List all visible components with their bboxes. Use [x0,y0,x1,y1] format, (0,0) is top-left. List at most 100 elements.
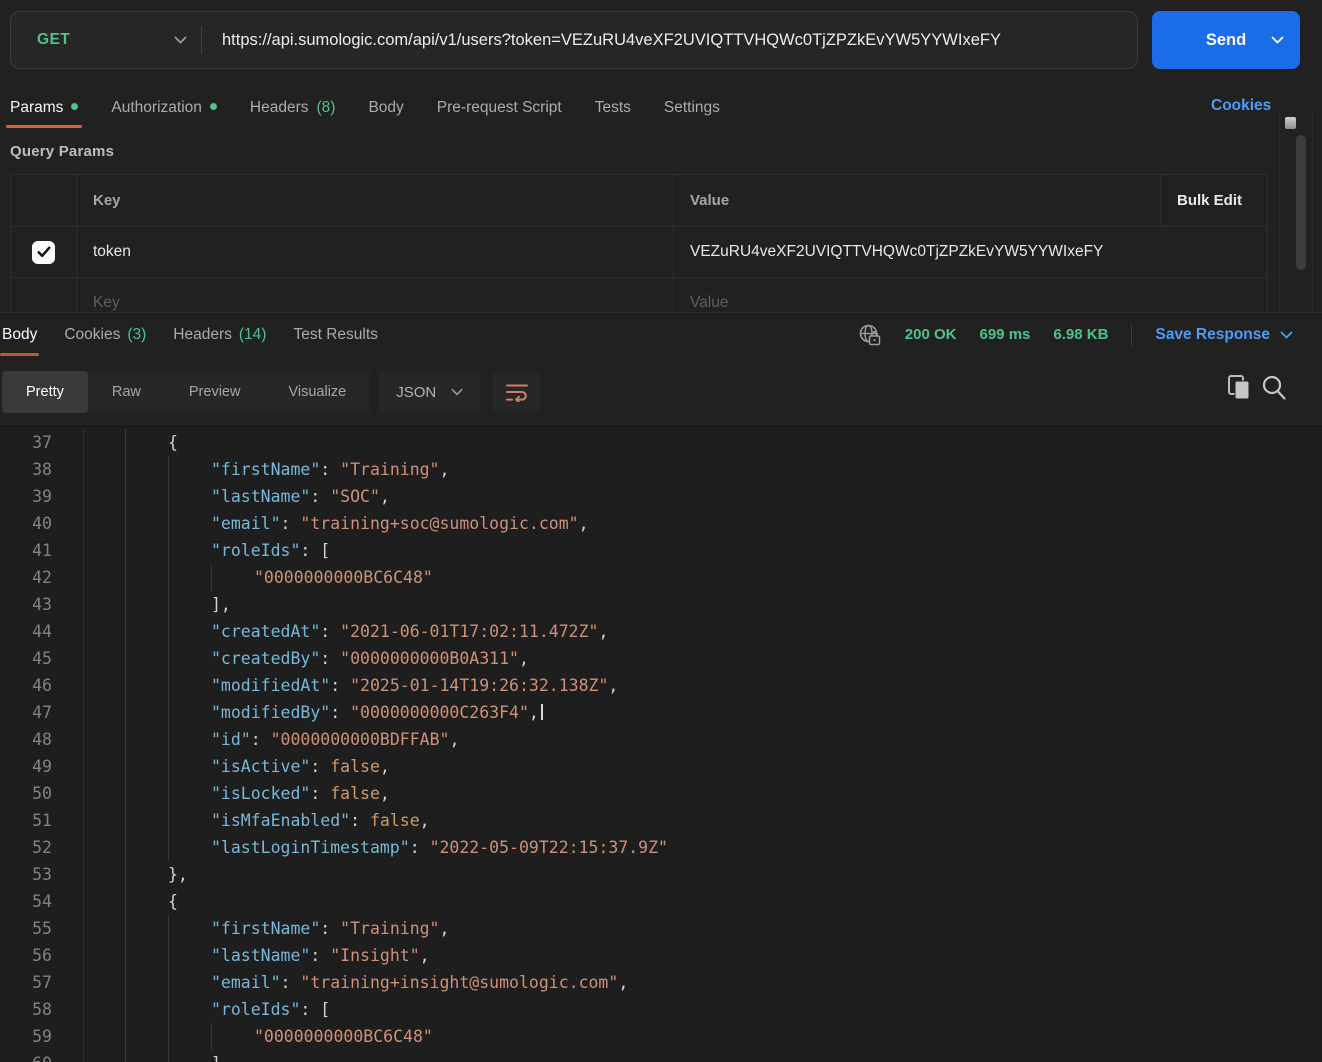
token-pun: : [330,676,350,695]
meta-divider [1131,324,1132,346]
code-text: ] [211,1050,221,1062]
copy-icon [1228,375,1252,401]
request-tab-settings[interactable]: Settings [664,88,720,128]
indent-guide [125,672,126,699]
token-key: "modifiedBy" [211,703,330,722]
tab-label: Authorization [111,99,201,117]
request-tab-tests[interactable]: Tests [595,88,631,128]
indent-guide [168,699,169,726]
search-response-button[interactable] [1261,374,1287,401]
token-pun: : [300,1000,320,1019]
response-tab-headers[interactable]: Headers(14) [173,313,266,356]
line-number: 58 [0,996,52,1023]
bulk-edit-button[interactable]: Bulk Edit [1160,175,1267,226]
line-number: 42 [0,564,52,591]
line-number: 40 [0,510,52,537]
request-tab-body[interactable]: Body [368,88,403,128]
token-key: "isMfaEnabled" [211,811,350,830]
indent-guide [125,780,126,807]
token-key: "lastName" [211,487,310,506]
token-key: "firstName" [211,919,320,938]
view-tab-preview[interactable]: Preview [165,371,265,413]
token-pun: : [350,811,370,830]
indent-guide [125,834,126,861]
token-str: "0000000000BC6C48" [254,1027,433,1046]
line-number: 56 [0,942,52,969]
view-tab-visualize[interactable]: Visualize [264,371,370,413]
code-line-content: "lastName": "Insight", [83,942,1282,969]
code-line: 60] [0,1050,1322,1062]
token-pun: { [168,892,178,911]
code-text: "email": "training+soc@sumologic.com", [211,510,589,537]
indent-guide [168,564,169,591]
token-str: "0000000000C263F4" [350,703,529,722]
code-text: "id": "0000000000BDFFAB", [211,726,459,753]
word-wrap-button[interactable] [493,371,540,413]
request-tab-pre-request-script[interactable]: Pre-request Script [437,88,562,128]
save-response-button[interactable]: Save Response [1155,326,1293,344]
token-pun: : [310,784,330,803]
method-select[interactable]: GET [11,31,201,49]
code-line: 47"modifiedBy": "0000000000C263F4", [0,699,1322,726]
param-checkbox[interactable] [32,241,55,264]
code-line: 37{ [0,429,1322,456]
indent-guide [125,807,126,834]
token-str: "Training" [340,460,439,479]
token-pun: ] [211,1054,221,1062]
line-number: 47 [0,699,52,726]
request-tab-params[interactable]: Params [10,88,78,128]
url-input[interactable]: https://api.sumologic.com/api/v1/users?t… [222,31,1001,50]
code-line: 52"lastLoginTimestamp": "2022-05-09T22:1… [0,834,1322,861]
line-number: 51 [0,807,52,834]
code-scrollbar-thumb[interactable] [1285,117,1296,129]
indent-guide [125,645,126,672]
code-line: 45 "createdBy": "0000000000B0A311", [0,645,1322,672]
response-body-code[interactable]: 37{38"firstName": "Training",39"lastName… [0,426,1322,1062]
indent-guide [168,753,169,780]
response-panel: BodyCookies(3)Headers(14)Test Results 20… [0,312,1322,1062]
send-button[interactable]: Send [1152,11,1300,69]
params-scrollbar[interactable] [1296,135,1306,270]
line-number: 45 [0,645,52,672]
code-line: 58"roleIds": [ [0,996,1322,1023]
code-text: "createdBy": "0000000000B0A311", [211,645,529,672]
response-tab-body[interactable]: Body [2,313,37,356]
param-value-input[interactable]: VEZuRU4veXF2UVIQTTVHQWc0TjZPZkEvYW5YYWIx… [673,227,1267,277]
param-key-input[interactable]: token [76,227,673,277]
view-tab-pretty[interactable]: Pretty [2,371,88,413]
column-header-key: Key [76,175,673,226]
indent-guide [125,861,126,888]
line-number: 60 [0,1050,52,1062]
code-line: 44"createdAt": "2021-06-01T17:02:11.472Z… [0,618,1322,645]
request-tab-headers[interactable]: Headers(8) [250,88,336,128]
view-tab-raw[interactable]: Raw [88,371,165,413]
copy-response-button[interactable] [1228,375,1252,401]
code-text: "0000000000BC6C48" [254,564,433,591]
indent-guide [125,510,126,537]
indent-guide [125,537,126,564]
tab-label: Body [368,99,403,117]
cookies-link[interactable]: Cookies [1211,97,1271,115]
indent-guide [125,726,126,753]
code-line: 59"0000000000BC6C48" [0,1023,1322,1050]
response-tab-test-results[interactable]: Test Results [293,313,377,356]
code-line-content: "firstName": "Training", [83,915,1282,942]
token-pun: , [380,757,390,776]
unsaved-changes-dot [71,103,78,110]
token-key: "createdBy" [211,649,320,668]
response-tab-cookies[interactable]: Cookies(3) [64,313,146,356]
code-line: 48 "id": "0000000000BDFFAB", [0,726,1322,753]
indent-guide [125,591,126,618]
tab-label: Headers [173,326,232,344]
token-pun: : [310,487,330,506]
network-globe-lock-icon[interactable] [858,323,882,347]
format-select[interactable]: JSON [379,371,480,413]
request-tab-authorization[interactable]: Authorization [111,88,216,128]
code-text: "modifiedAt": "2025-01-14T19:26:32.138Z"… [211,672,618,699]
code-line: 42 "0000000000BC6C48" [0,564,1322,591]
code-line: 53}, [0,861,1322,888]
indent-guide [168,645,169,672]
code-line-content: "lastLoginTimestamp": "2022-05-09T22:15:… [83,834,1282,861]
line-number: 48 [0,726,52,753]
send-options-chevron-icon[interactable] [1271,36,1284,44]
